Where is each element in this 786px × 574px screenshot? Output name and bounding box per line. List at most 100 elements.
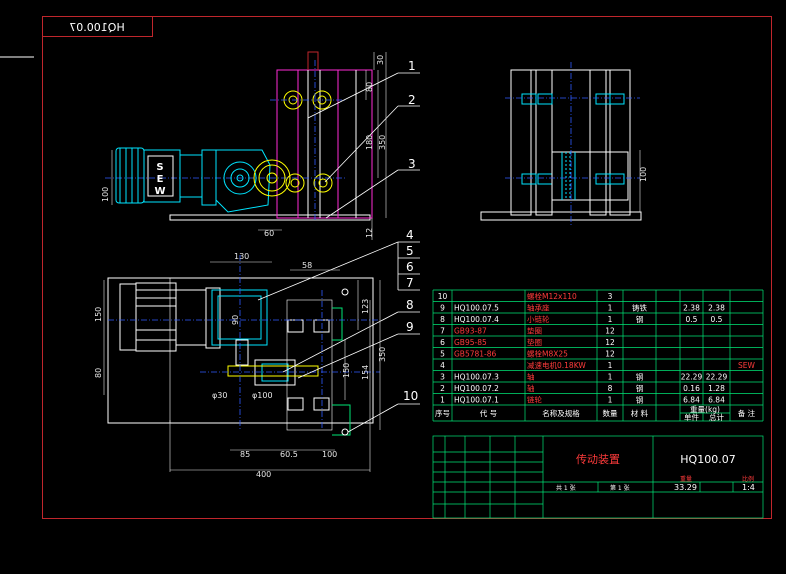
bom-name: 垫圈 (527, 326, 542, 336)
callout-10: 10 (403, 389, 418, 403)
svg-text:S: S (156, 162, 163, 173)
dim-phi100: φ100 (252, 391, 273, 400)
dim-100: 100 (322, 450, 337, 459)
bom-name: 轴承座 (527, 303, 550, 313)
bom-no: 2 (440, 384, 445, 393)
frame-plate-hidden (276, 69, 373, 219)
bom-material: 钢 (636, 372, 644, 382)
bom-no: 8 (440, 315, 445, 324)
side-bolts (521, 93, 625, 185)
mirrored-stamp: HQ100.07 (42, 16, 153, 37)
callout-5: 5 (406, 244, 414, 258)
bom-code: GB93-87 (454, 327, 487, 336)
bom-no: 10 (438, 292, 448, 301)
bom-header-material: 材 料 (631, 408, 649, 418)
bom-code: GB95-85 (454, 338, 487, 347)
front-centerlines (105, 60, 345, 222)
dim-350: 350 (378, 135, 387, 150)
total-weight: 33.29 (674, 483, 697, 492)
bom-no: 6 (440, 338, 445, 347)
bom-material: 钢 (636, 383, 644, 393)
dim-85: 85 (240, 450, 250, 459)
bom-weight-unit: 2.38 (683, 304, 700, 313)
dim-154: 154 (361, 365, 370, 380)
bom-weight-total: 2.38 (708, 304, 725, 313)
bom-code: HQ100.07.4 (454, 315, 499, 324)
callout-9: 9 (406, 320, 414, 334)
bom-weight-total: 6.84 (708, 396, 725, 405)
bom-qty: 12 (605, 338, 615, 347)
bom-header-name: 名称及规格 (542, 408, 580, 418)
bom-weight-unit: 22.29 (681, 373, 703, 382)
svg-text:W: W (154, 186, 165, 197)
bom-qty: 8 (608, 384, 613, 393)
plan-view: 4 5 6 7 8 9 10 130 58 90 150 80 123 154 … (94, 228, 420, 479)
bom-header-qty: 数量 (603, 408, 618, 418)
front-view: S E W 1 2 3 30 80 180 350 12 60 100 (101, 51, 420, 240)
bom-weight-total: 0.5 (711, 315, 723, 324)
callout-3: 3 (408, 157, 416, 171)
stamp-text: HQ100.07 (69, 21, 124, 34)
dim-60-5: 60.5 (280, 450, 298, 459)
bom-weight-unit: 6.84 (683, 396, 700, 405)
sew-logo: S E W (147, 155, 174, 197)
dim-80: 80 (365, 82, 374, 92)
bom-header-total: 总计 (709, 412, 724, 422)
bom-material: 铸铁 (632, 303, 647, 313)
dim-150: 150 (94, 307, 103, 322)
bom-weight-total: 22.29 (706, 373, 728, 382)
bom-material: 钢 (636, 314, 644, 324)
bom-no: 1 (440, 396, 445, 405)
bom-no: 7 (440, 327, 445, 336)
bom-name: 螺栓M12x110 (527, 291, 577, 301)
bom-no: 9 (440, 304, 445, 313)
dim-400: 400 (256, 470, 271, 479)
dim-30: 30 (376, 55, 385, 65)
side-dim-100: 100 (639, 167, 648, 182)
bom-header-code: 代 号 (480, 408, 497, 418)
bom-no: 4 (440, 361, 445, 370)
title-block: 传动装置 HQ100.07 重量 比例 33.29 1:4 共 1 张 第 1 … (432, 435, 764, 519)
dim-phi30: φ30 (212, 391, 227, 400)
bom-code: HQ100.07.5 (454, 304, 499, 313)
bom-code: HQ100.07.3 (454, 373, 499, 382)
bom-no: 5 (440, 350, 445, 359)
bom-header-no: 序号 (435, 408, 450, 418)
dim-60: 60 (264, 229, 274, 238)
bom-qty: 12 (605, 327, 615, 336)
scale: 1:4 (742, 483, 755, 492)
dim-130: 130 (234, 252, 249, 261)
bom-qty: 1 (608, 361, 613, 370)
bom-note: SEW (738, 361, 755, 370)
bom-weight-total: 1.28 (708, 384, 725, 393)
bom-code: HQ100.07.1 (454, 396, 499, 405)
bom-qty: 12 (605, 350, 615, 359)
bom-code: HQ100.07.2 (454, 384, 499, 393)
sheet-number: 第 1 张 (610, 484, 630, 492)
sheet-count: 共 1 张 (556, 484, 576, 492)
side-view: 100 (480, 62, 648, 225)
cad-drawing: HQ100.07 S E W 1 2 3 30 80 180 350 12 60… (0, 16, 772, 519)
bom-name: 螺栓M8X25 (527, 349, 568, 359)
bom-name: 减速电机0.18KW (527, 360, 586, 370)
dim-90: 90 (231, 315, 240, 325)
callout-8: 8 (406, 298, 414, 312)
svg-text:E: E (157, 174, 164, 185)
label-weight: 重量 (680, 475, 692, 483)
drawing-number: HQ100.07 (680, 453, 735, 466)
callout-2: 2 (408, 93, 416, 107)
dim-12: 12 (365, 228, 374, 238)
bom-name: 小链轮 (527, 314, 550, 324)
dim-180: 180 (365, 135, 374, 150)
bom-qty: 1 (608, 396, 613, 405)
front-dim-lines (111, 52, 387, 240)
bom-weight-unit: 0.16 (683, 384, 700, 393)
dim-350: 350 (378, 347, 387, 362)
bom-qty: 1 (608, 315, 613, 324)
part-name: 传动装置 (576, 453, 620, 466)
bom-name: 轴 (527, 383, 535, 393)
dim-58: 58 (302, 261, 312, 270)
callout-1: 1 (408, 59, 416, 73)
plan-sprocket-hidden (227, 365, 319, 377)
dim-123: 123 (361, 299, 370, 314)
